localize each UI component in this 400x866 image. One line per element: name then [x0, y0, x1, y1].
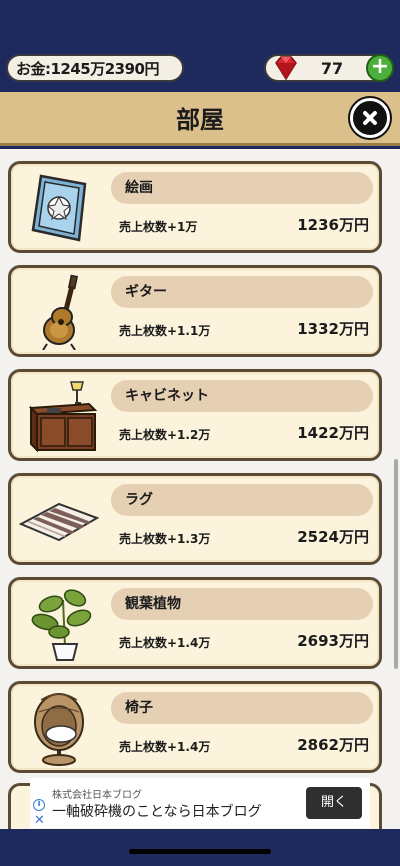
page-title: 部屋 — [176, 106, 224, 134]
cabinet-icon — [28, 381, 98, 453]
list-item[interactable]: 椅子 売上枚数+1.4万 2862万円 — [8, 681, 382, 773]
gem-count: 77 — [320, 59, 344, 78]
item-price: 1332万円 — [297, 320, 369, 338]
gem-icon — [275, 56, 297, 81]
item-name: 椅子 — [111, 692, 373, 724]
item-bonus: 売上枚数+1.4万 — [119, 740, 211, 754]
info-icon[interactable]: i — [33, 799, 45, 811]
list-item[interactable]: 観葉植物 売上枚数+1.4万 2693万円 — [8, 577, 382, 669]
rug-icon — [19, 502, 99, 542]
item-bonus: 売上枚数+1.1万 — [119, 324, 211, 338]
home-indicator[interactable] — [129, 849, 271, 854]
item-bonus: 売上枚数+1.4万 — [119, 636, 211, 650]
plus-icon: + — [370, 54, 390, 79]
ad-headline[interactable]: 一軸破砕機のことなら日本ブログ — [52, 801, 262, 821]
ad-company: 株式会社日本ブログ — [52, 790, 142, 801]
scrollbar[interactable] — [394, 459, 398, 669]
plant-icon — [31, 589, 92, 661]
item-list[interactable]: 絵画 売上枚数+1万 1236万円 ギター 売上枚数+1.1万 1332万円 キ… — [0, 149, 400, 829]
item-name: ラグ — [111, 484, 373, 516]
status-bar: お金:1245万2390円 77 + — [0, 0, 400, 92]
item-name: 観葉植物 — [111, 588, 373, 620]
painting-icon — [31, 174, 87, 242]
item-price: 2862万円 — [297, 736, 369, 754]
title-bar: 部屋 — [0, 92, 400, 146]
item-bonus: 売上枚数+1.2万 — [119, 428, 211, 442]
item-price: 1422万円 — [297, 424, 369, 442]
money-display: お金:1245万2390円 — [6, 54, 184, 82]
list-item[interactable]: キャビネット 売上枚数+1.2万 1422万円 — [8, 369, 382, 461]
item-price: 2524万円 — [297, 528, 369, 546]
list-item[interactable]: ラグ 売上枚数+1.3万 2524万円 — [8, 473, 382, 565]
close-button[interactable] — [350, 98, 390, 138]
item-name: ギター — [111, 276, 373, 308]
item-price: 1236万円 — [297, 216, 369, 234]
item-name: キャビネット — [111, 380, 373, 412]
money-text: お金:1245万2390円 — [16, 59, 160, 78]
guitar-icon — [42, 274, 79, 350]
list-item[interactable]: 絵画 売上枚数+1万 1236万円 — [8, 161, 382, 253]
ad-open-button[interactable]: 開く — [306, 787, 362, 819]
item-name: 絵画 — [111, 172, 373, 204]
gem-display: 77 + — [264, 54, 394, 82]
item-bonus: 売上枚数+1万 — [119, 220, 198, 234]
close-icon[interactable]: ✕ — [34, 814, 45, 827]
item-bonus: 売上枚数+1.3万 — [119, 532, 211, 546]
chair-icon — [34, 693, 84, 766]
add-gems-button[interactable]: + — [366, 54, 394, 82]
ad-banner[interactable]: i ✕ 株式会社日本ブログ 一軸破砕機のことなら日本ブログ 開く — [30, 778, 370, 828]
list-item[interactable]: ギター 売上枚数+1.1万 1332万円 — [8, 265, 382, 357]
item-price: 2693万円 — [297, 632, 369, 650]
bottom-bar — [0, 829, 400, 866]
